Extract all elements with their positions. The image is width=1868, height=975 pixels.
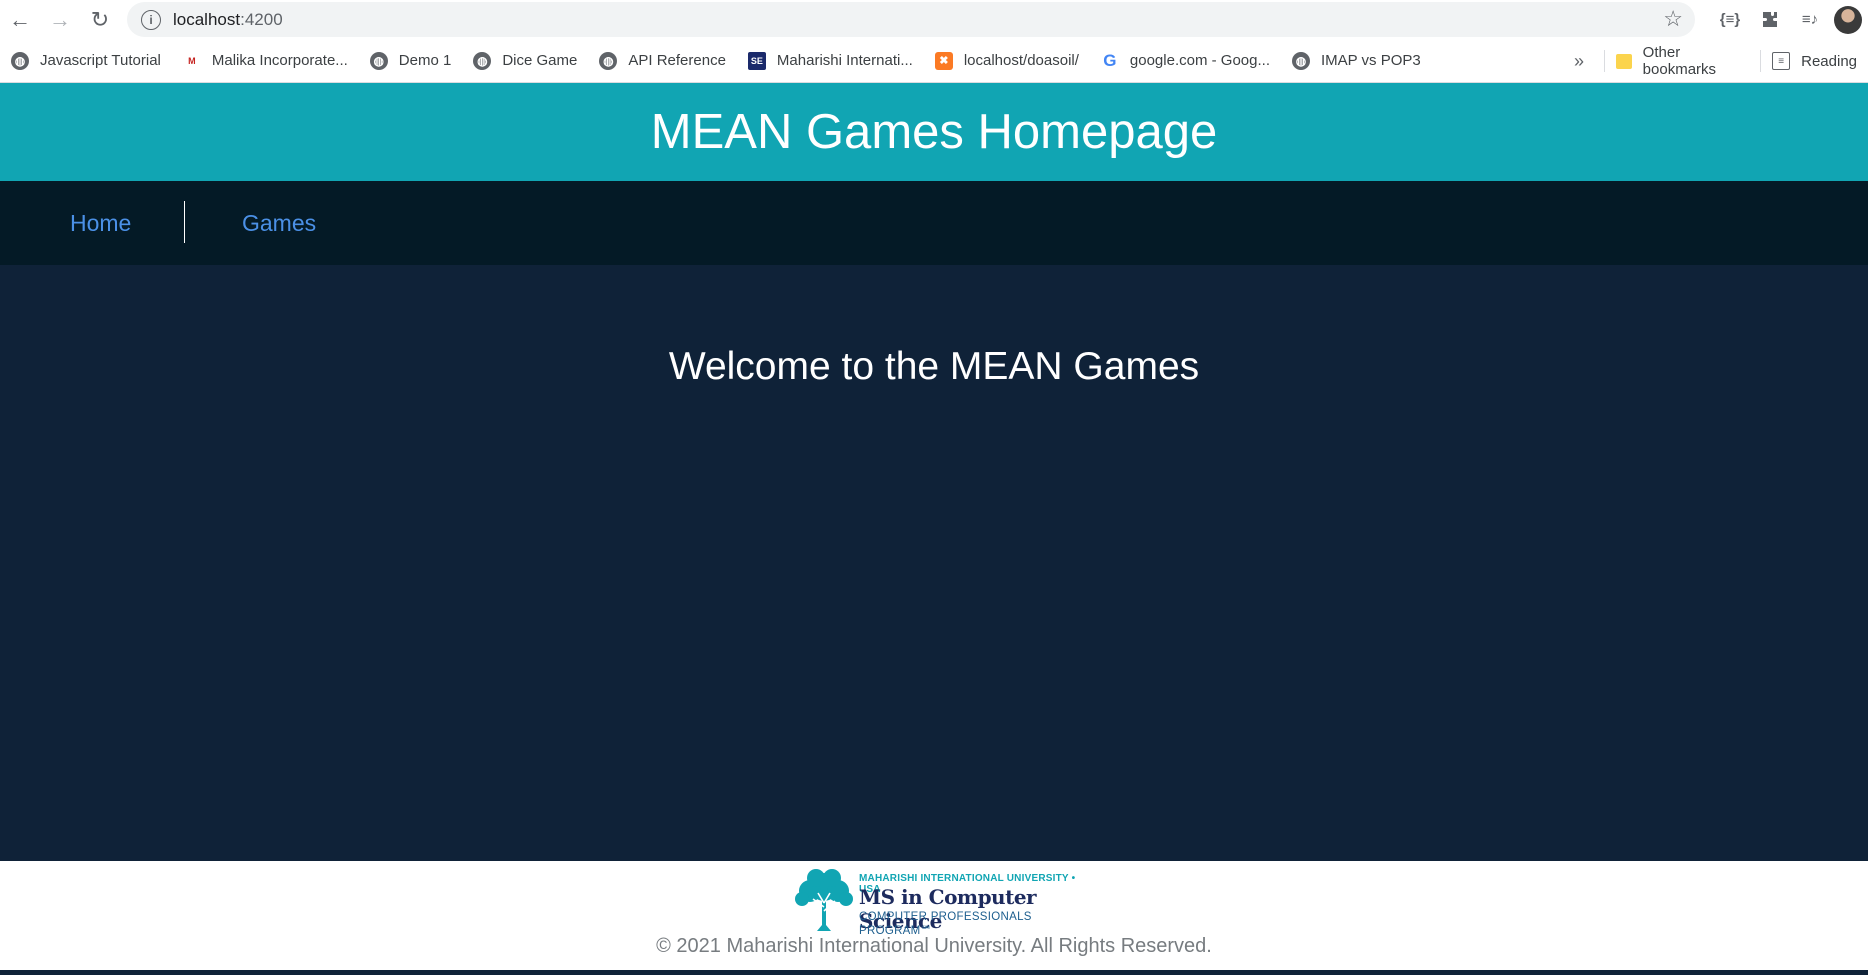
url-host: localhost bbox=[173, 9, 241, 29]
bookmark-label: API Reference bbox=[628, 52, 726, 69]
bookmark-item[interactable]: SE Maharishi Internati... bbox=[737, 46, 924, 76]
reading-list-label: Reading bbox=[1801, 52, 1858, 70]
reload-icon: ↻ bbox=[90, 6, 110, 32]
arrow-left-icon: ← bbox=[9, 6, 31, 32]
bottom-bar bbox=[0, 970, 1868, 975]
gmail-icon: M bbox=[188, 55, 196, 66]
bookmarks-right: Other bookmarks ≡ Reading bbox=[1604, 39, 1868, 83]
bookmark-item[interactable]: ◍ IMAP vs POP3 bbox=[1281, 46, 1432, 76]
bookmark-label: Demo 1 bbox=[398, 52, 452, 69]
globe-icon: ◍ bbox=[11, 51, 29, 70]
bookmark-item[interactable]: ◍ Javascript Tutorial bbox=[0, 46, 172, 76]
tree-logo-icon bbox=[795, 869, 853, 931]
xampp-icon: ✖ bbox=[934, 51, 953, 70]
bookmark-label: Dice Game bbox=[502, 52, 578, 69]
bookmark-label: google.com - Goog... bbox=[1129, 52, 1270, 69]
bookmark-item[interactable]: ◍ Demo 1 bbox=[359, 46, 463, 76]
globe-icon: ◍ bbox=[599, 51, 618, 70]
bookmark-item[interactable]: ✖ localhost/doasoil/ bbox=[924, 46, 1090, 76]
profile-avatar[interactable] bbox=[1834, 5, 1862, 34]
extensions-area: {≡} ≡♪ bbox=[1710, 0, 1868, 39]
arrow-right-icon: → bbox=[49, 6, 71, 32]
main-navbar: Home Games bbox=[0, 181, 1868, 265]
forward-button[interactable]: → bbox=[40, 0, 80, 39]
copyright-text: © 2021 Maharishi International Universit… bbox=[656, 935, 1212, 957]
reading-list-button[interactable]: ≡ Reading bbox=[1761, 46, 1868, 76]
reload-button[interactable]: ↻ bbox=[80, 0, 120, 39]
media-queue-icon[interactable]: ≡♪ bbox=[1790, 0, 1830, 39]
nav-divider bbox=[184, 201, 185, 243]
bookmark-item[interactable]: M Malika Incorporate... bbox=[172, 46, 359, 76]
reading-list-icon: ≡ bbox=[1772, 52, 1791, 70]
bookmark-label: localhost/doasoil/ bbox=[963, 52, 1079, 69]
bookmark-star-icon[interactable]: ☆ bbox=[1663, 6, 1683, 32]
other-bookmarks-folder[interactable]: Other bookmarks bbox=[1605, 44, 1760, 78]
globe-icon: ◍ bbox=[473, 51, 492, 70]
university-logo: MAHARISHI INTERNATIONAL UNIVERSITY • USA… bbox=[793, 867, 1093, 937]
browser-toolbar: ← → ↻ i localhost:4200 ☆ {≡} ≡♪ bbox=[0, 0, 1868, 39]
address-bar[interactable]: i localhost:4200 ☆ bbox=[127, 2, 1695, 37]
footer: MAHARISHI INTERNATIONAL UNIVERSITY • USA… bbox=[0, 861, 1868, 970]
other-bookmarks-label: Other bookmarks bbox=[1642, 44, 1717, 78]
url-port: :4200 bbox=[240, 9, 283, 29]
nav-home-link[interactable]: Home bbox=[70, 181, 131, 265]
globe-icon: ◍ bbox=[1291, 51, 1310, 70]
bookmarks-bar: ◍ Javascript Tutorial M Malika Incorporate… bbox=[0, 39, 1868, 83]
globe-icon: ◍ bbox=[369, 51, 388, 70]
json-extension-icon[interactable]: {≡} bbox=[1710, 0, 1750, 39]
bookmark-item[interactable]: ◍ Dice Game bbox=[462, 46, 588, 76]
header-banner: MEAN Games Homepage bbox=[0, 83, 1868, 181]
more-bookmarks-chevron-icon: » bbox=[1574, 50, 1585, 71]
bookmark-label: Malika Incorporate... bbox=[211, 52, 348, 69]
google-icon: G bbox=[1103, 50, 1117, 70]
more-bookmarks-button[interactable]: » bbox=[1574, 39, 1584, 83]
folder-icon bbox=[1615, 53, 1632, 69]
se-icon: SE bbox=[747, 51, 766, 70]
page-content: MEAN Games Homepage Home Games Welcome t… bbox=[0, 83, 1868, 975]
bookmark-label: Maharishi Internati... bbox=[776, 52, 913, 69]
logo-program-subtitle: COMPUTER PROFESSIONALS PROGRAM℠ bbox=[859, 911, 1032, 937]
back-button[interactable]: ← bbox=[0, 0, 40, 39]
bookmark-label: Javascript Tutorial bbox=[40, 52, 161, 69]
bookmark-item[interactable]: ◍ API Reference bbox=[588, 46, 737, 76]
url-text[interactable]: localhost:4200 bbox=[173, 10, 283, 30]
welcome-heading: Welcome to the MEAN Games bbox=[668, 345, 1200, 388]
bookmark-item[interactable]: Ggoogle.com - Goog... bbox=[1090, 46, 1281, 76]
bookmark-label: IMAP vs POP3 bbox=[1320, 52, 1421, 69]
page-title: MEAN Games Homepage bbox=[650, 105, 1218, 159]
puzzle-icon[interactable] bbox=[1750, 0, 1790, 39]
nav-games-link[interactable]: Games bbox=[242, 181, 316, 265]
site-info-icon[interactable]: i bbox=[141, 9, 161, 30]
